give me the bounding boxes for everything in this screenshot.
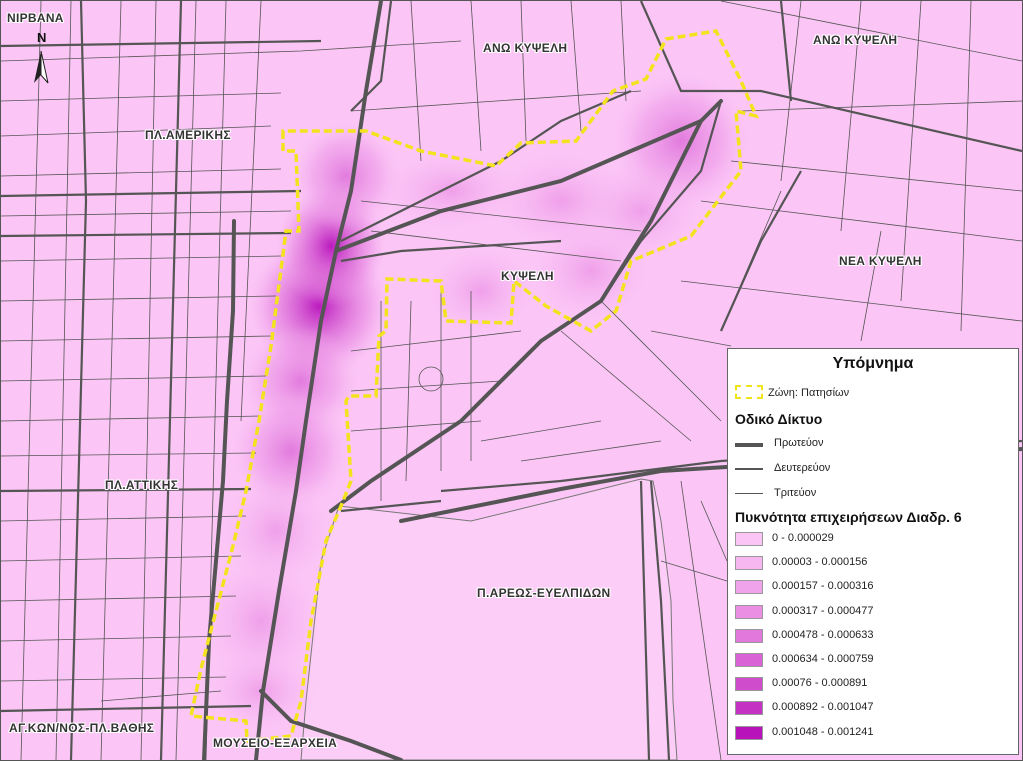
density-title: Πυκνότητα επιχειρήσεων Διαδρ. 6 (735, 509, 962, 525)
density-swatch (735, 725, 763, 740)
primary-road-symbol (735, 443, 763, 447)
place-label-p-areos: Π.ΑΡΕΩΣ-ΕΥΕΛΠΙΔΩΝ (477, 586, 611, 600)
map-legend: Υπόμνημα Ζώνη: Πατησίων Οδικό Δίκτυο Πρω… (727, 348, 1019, 755)
place-label-kypseli: ΚΥΨΕΛΗ (501, 269, 554, 283)
road-type-tertiary: Τριτεύον (774, 487, 817, 499)
park-area (300, 478, 678, 760)
tertiary-road-symbol (735, 493, 763, 494)
place-label-ag-konstantinos: ΑΓ.ΚΩΝ/ΝΟΣ-ΠΛ.ΒΑΘΗΣ (9, 721, 155, 735)
road-type-secondary: Δευτερεύον (774, 462, 831, 474)
density-class-label: 0.00076 - 0.000891 (772, 677, 868, 690)
density-swatch (735, 556, 763, 571)
density-class-label: 0.000892 - 0.001047 (772, 701, 874, 714)
density-swatch (735, 580, 763, 595)
secondary-road-symbol (735, 468, 763, 470)
density-class-label: 0.000157 - 0.000316 (772, 580, 874, 593)
place-label-ano-kypseli-1: ΑΝΩ ΚΥΨΕΛΗ (483, 41, 568, 55)
density-swatch (735, 701, 763, 716)
density-class-label: 0.000634 - 0.000759 (772, 653, 874, 665)
density-class-label: 0.001048 - 0.001241 (772, 725, 874, 738)
place-label-nea-kypseli: ΝΕΑ ΚΥΨΕΛΗ (839, 254, 922, 268)
legend-title: Υπόμνημα (832, 355, 914, 372)
density-swatch (735, 653, 763, 667)
density-class-label: 0.000478 - 0.000633 (772, 628, 874, 641)
density-swatch (735, 677, 763, 692)
density-class-label: 0 - 0.000029 (772, 532, 834, 544)
place-label-ano-kypseli-2: ΑΝΩ ΚΥΨΕΛΗ (813, 33, 898, 47)
density-swatch (735, 532, 763, 546)
network-title: Οδικό Δίκτυο (735, 411, 823, 427)
place-label-mouseio-exarcheia: ΜΟΥΣΕΙΟ-ΕΞΑΡΧΕΙΑ (213, 736, 338, 750)
north-label: N (37, 30, 47, 45)
zone-label: Ζώνη: Πατησίων (768, 387, 850, 399)
density-swatch (735, 628, 763, 643)
place-label-pl-attikis: ΠΛ.ΑΤΤΙΚΗΣ (105, 478, 179, 492)
zone-symbol (735, 385, 763, 399)
map-frame: N ΝΙΡΒΑΝΑ ΑΝΩ ΚΥΨΕΛΗ ΑΝΩ ΚΥΨΕΛΗ ΠΛ.ΑΜΕΡΙ… (0, 0, 1023, 761)
density-swatch (735, 604, 763, 619)
place-label-pl-amerikis: ΠΛ.ΑΜΕΡΙΚΗΣ (145, 128, 231, 142)
road-type-primary: Πρωτεύον (774, 437, 824, 449)
density-class-label: 0.000317 - 0.000477 (772, 604, 874, 617)
place-label-nirvana: ΝΙΡΒΑΝΑ (7, 11, 64, 25)
density-class-label: 0.00003 - 0.000156 (772, 556, 868, 569)
